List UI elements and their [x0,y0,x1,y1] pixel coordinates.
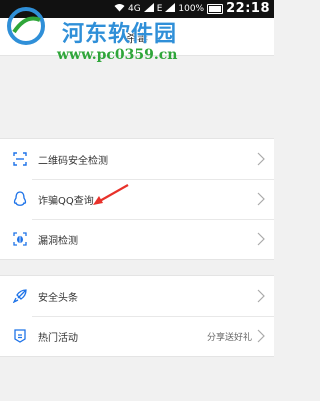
list-item-label: 二维码安全检测 [38,155,108,167]
activity-badge-icon [12,328,28,344]
chevron-right-icon [257,289,265,303]
wifi-icon [114,3,125,15]
security-tools-section: 二维码安全检测 诈骗QQ查询 漏洞检测 [0,138,274,260]
watermark-logo-icon [6,6,46,46]
clock: 22:18 [226,1,270,16]
chevron-right-icon [257,192,265,206]
chevron-right-icon [257,232,265,246]
chevron-right-icon [257,152,265,166]
annotation-arrow-icon [93,184,129,205]
signal-icon-2 [165,2,176,15]
qq-penguin-icon [12,191,28,207]
battery-percent: 100% [178,3,205,14]
list-item-qr-check[interactable]: 二维码安全检测 [0,139,274,179]
list-item-scam-qq[interactable]: 诈骗QQ查询 [0,179,274,219]
list-item-vuln-check[interactable]: 漏洞检测 [0,219,274,259]
signal-icon [143,2,154,15]
rocket-icon [12,288,28,304]
list-item-hot-events[interactable]: 热门活动 分享送好礼 [0,316,274,356]
list-item-security-news[interactable]: 安全头条 [0,276,274,316]
list-item-label: 诈骗QQ查询 [38,195,94,207]
status-icons: 4G E 100% 22:18 [114,1,270,16]
battery-icon [207,3,224,14]
qr-scan-icon [12,151,28,167]
watermark-url: www.pc0359.cn [57,47,178,63]
list-item-label: 热门活动 [38,332,78,344]
watermark-brand: 河东软件园 [62,21,178,47]
network-type: 4G [127,3,141,14]
list-item-label: 漏洞检测 [38,235,78,247]
list-item-label: 安全头条 [38,292,78,304]
carrier-mark: E [156,3,163,14]
news-section: 安全头条 热门活动 分享送好礼 [0,275,274,357]
chevron-right-icon [257,329,265,343]
vulnerability-bug-icon [12,231,28,247]
promo-text: 分享送好礼 [206,332,252,343]
